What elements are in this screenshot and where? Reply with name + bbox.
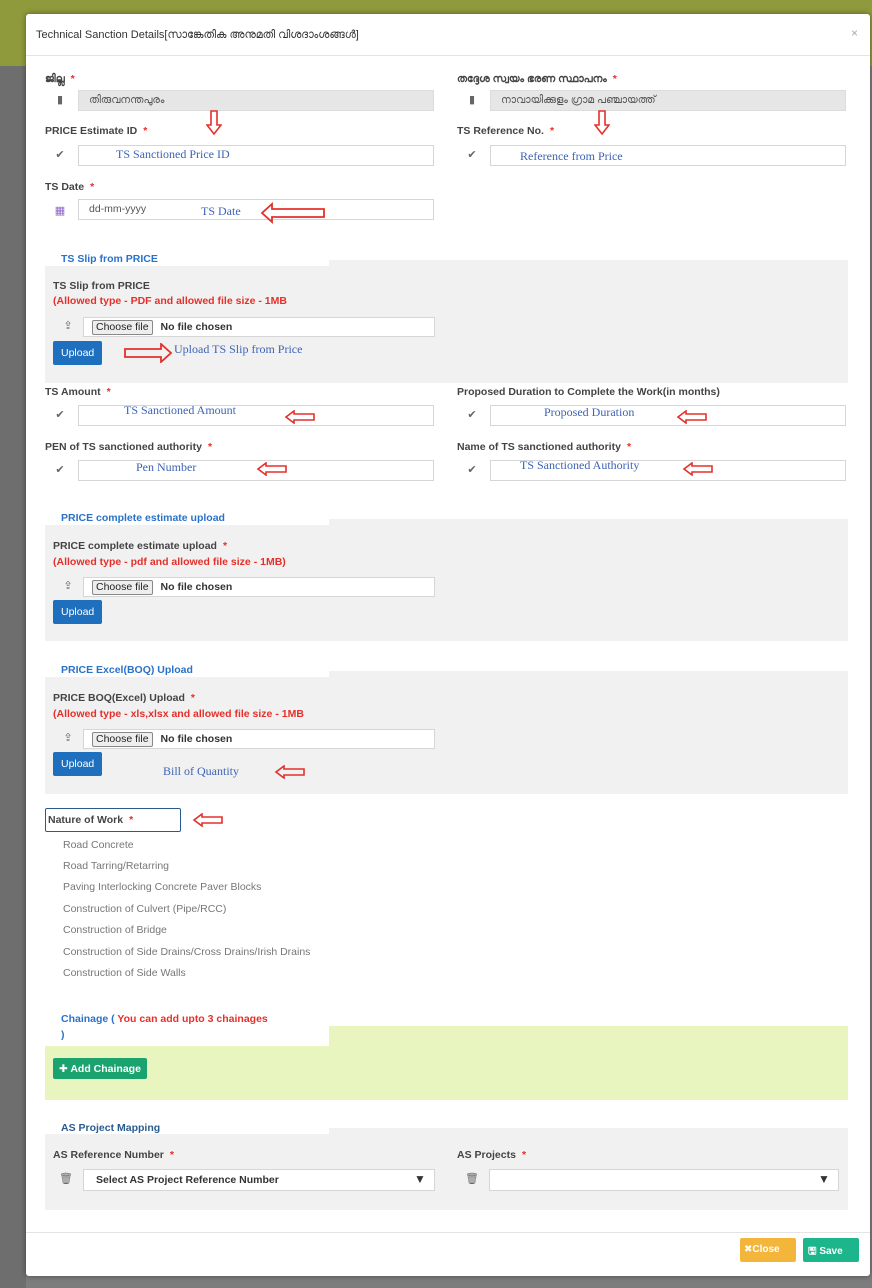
complete-estimate-file-input[interactable]: Choose file No file chosen xyxy=(83,577,435,597)
ts-amount-annotation: TS Sanctioned Amount xyxy=(124,403,236,417)
choose-file-button[interactable]: Choose file xyxy=(92,580,153,595)
check-icon: ✔ xyxy=(55,464,65,476)
ts-date-annotation: TS Date xyxy=(201,204,241,218)
district-label: ജില്ല * xyxy=(45,73,75,85)
as-reference-select[interactable]: Select AS Project Reference Number xyxy=(83,1169,435,1191)
plus-icon: ✚ xyxy=(59,1063,71,1075)
nature-of-work-item[interactable]: Paving Interlocking Concrete Paver Block… xyxy=(63,881,261,893)
ts-date-label: TS Date * xyxy=(45,181,95,193)
trash-icon: 🗑 xyxy=(59,1173,73,1185)
complete-estimate-note: (Allowed type - pdf and allowed file siz… xyxy=(53,556,286,568)
upload-icon: ⇪ xyxy=(63,580,73,592)
lsg-field[interactable]: നാവായിക്കുളം ഗ്രാമ പഞ്ചായത്ത് xyxy=(490,90,846,111)
close-icon[interactable]: × xyxy=(851,26,858,40)
check-icon: ✔ xyxy=(55,409,65,421)
boq-label: PRICE BOQ(Excel) Upload * xyxy=(53,692,195,704)
nature-of-work-item[interactable]: Road Concrete xyxy=(63,839,134,851)
chainage-section-title: Chainage ( You can add upto 3 chainages xyxy=(61,1013,268,1025)
ts-slip-annotation: Upload TS Slip from Price xyxy=(174,342,303,356)
building-icon: ▮ xyxy=(468,94,476,106)
ts-slip-section-title: TS Slip from PRICE xyxy=(61,253,158,265)
check-icon: ✔ xyxy=(467,149,477,161)
nature-of-work-item[interactable]: Construction of Bridge xyxy=(63,924,167,936)
building-icon: ▮ xyxy=(56,94,64,106)
boq-file-input[interactable]: Choose file No file chosen xyxy=(83,729,435,749)
as-projects-label: AS Projects * xyxy=(457,1149,527,1161)
annotation-arrow-left-icon xyxy=(256,462,287,476)
modal-footer-divider xyxy=(26,1232,870,1233)
annotation-arrow-left-icon xyxy=(192,813,223,827)
price-estimate-id-annotation: TS Sanctioned Price ID xyxy=(116,147,230,161)
modal-header: Technical Sanction Details[സാങ്കേതിക അനു… xyxy=(26,14,870,56)
dropdown-caret-icon: ▼ xyxy=(818,1172,830,1186)
close-button[interactable]: ✖Close xyxy=(740,1238,796,1262)
as-projects-select[interactable] xyxy=(489,1169,839,1191)
save-button[interactable]: 🖫 Save xyxy=(803,1238,859,1262)
as-mapping-section-title: AS Project Mapping xyxy=(61,1122,161,1134)
nature-of-work-item[interactable]: Construction of Culvert (Pipe/RCC) xyxy=(63,903,226,915)
dropdown-caret-icon: ▼ xyxy=(414,1172,426,1186)
ts-reference-annotation: Reference from Price xyxy=(520,149,623,163)
modal-title: Technical Sanction Details[സാങ്കേതിക അനു… xyxy=(36,29,359,41)
upload-icon: ⇪ xyxy=(63,732,73,744)
technical-sanction-modal: Technical Sanction Details[സാങ്കേതിക അനു… xyxy=(26,14,870,1276)
complete-estimate-upload-button[interactable]: Upload xyxy=(53,600,103,624)
choose-file-button[interactable]: Choose file xyxy=(92,320,153,335)
annotation-arrow-right-icon xyxy=(124,343,173,363)
pen-annotation: Pen Number xyxy=(136,460,197,474)
annotation-arrow-down-icon xyxy=(594,110,610,136)
boq-note: (Allowed type - xls,xlsx and allowed fil… xyxy=(53,708,304,720)
annotation-arrow-left-icon xyxy=(284,410,315,424)
pen-label: PEN of TS sanctioned authority * xyxy=(45,441,213,453)
nature-of-work-item[interactable]: Construction of Side Walls xyxy=(63,967,186,979)
complete-estimate-label: PRICE complete estimate upload * xyxy=(53,540,228,552)
proposed-duration-label: Proposed Duration to Complete the Work(i… xyxy=(457,386,720,398)
upload-icon: ⇪ xyxy=(63,320,73,332)
lsg-label: തദ്ദേശ സ്വയം ഭരണ സ്ഥാപനം * xyxy=(457,73,617,85)
boq-annotation: Bill of Quantity xyxy=(163,764,239,778)
authority-name-annotation: TS Sanctioned Authority xyxy=(520,458,640,472)
annotation-arrow-left-icon xyxy=(260,202,325,224)
check-icon: ✔ xyxy=(55,149,65,161)
annotation-arrow-left-icon xyxy=(682,462,713,476)
annotation-arrow-left-icon xyxy=(274,765,305,779)
boq-upload-button[interactable]: Upload xyxy=(53,752,103,776)
choose-file-button[interactable]: Choose file xyxy=(92,732,153,747)
ts-slip-note: (Allowed type - PDF and allowed file siz… xyxy=(53,295,287,307)
nature-of-work-item[interactable]: Construction of Side Drains/Cross Drains… xyxy=(63,946,310,958)
ts-reference-no-label: TS Reference No. * xyxy=(457,125,555,137)
save-icon: 🖫 xyxy=(808,1246,820,1257)
calendar-icon: ▦ xyxy=(54,205,66,217)
annotation-arrow-left-icon xyxy=(676,410,707,424)
nature-of-work-item[interactable]: Road Tarring/Retarring xyxy=(63,860,169,872)
ts-slip-upload-button[interactable]: Upload xyxy=(53,341,103,365)
price-estimate-id-label: PRICE Estimate ID * xyxy=(45,125,148,137)
district-field[interactable]: തിരുവനന്തപുരം xyxy=(78,90,434,111)
boq-section-title: PRICE Excel(BOQ) Upload xyxy=(61,664,193,676)
ts-slip-file-input[interactable]: Choose file No file chosen xyxy=(83,317,435,337)
ts-date-input[interactable]: dd-mm-yyyy xyxy=(78,199,434,220)
nature-of-work-label: Nature of Work * xyxy=(45,808,181,832)
ts-amount-label: TS Amount * xyxy=(45,386,111,398)
background-sidebar xyxy=(0,66,26,1288)
proposed-duration-annotation: Proposed Duration xyxy=(544,405,635,419)
check-icon: ✔ xyxy=(467,464,477,476)
as-reference-label: AS Reference Number * xyxy=(53,1149,174,1161)
check-icon: ✔ xyxy=(467,409,477,421)
ts-slip-label: TS Slip from PRICE xyxy=(53,280,150,292)
chainage-section-title-close: ) xyxy=(61,1029,65,1041)
add-chainage-button[interactable]: ✚ Add Chainage xyxy=(53,1058,147,1079)
authority-name-label: Name of TS sanctioned authority * xyxy=(457,441,632,453)
complete-estimate-section-title: PRICE complete estimate upload xyxy=(61,512,225,524)
trash-icon: 🗑 xyxy=(465,1173,479,1185)
annotation-arrow-down-icon xyxy=(206,110,222,136)
